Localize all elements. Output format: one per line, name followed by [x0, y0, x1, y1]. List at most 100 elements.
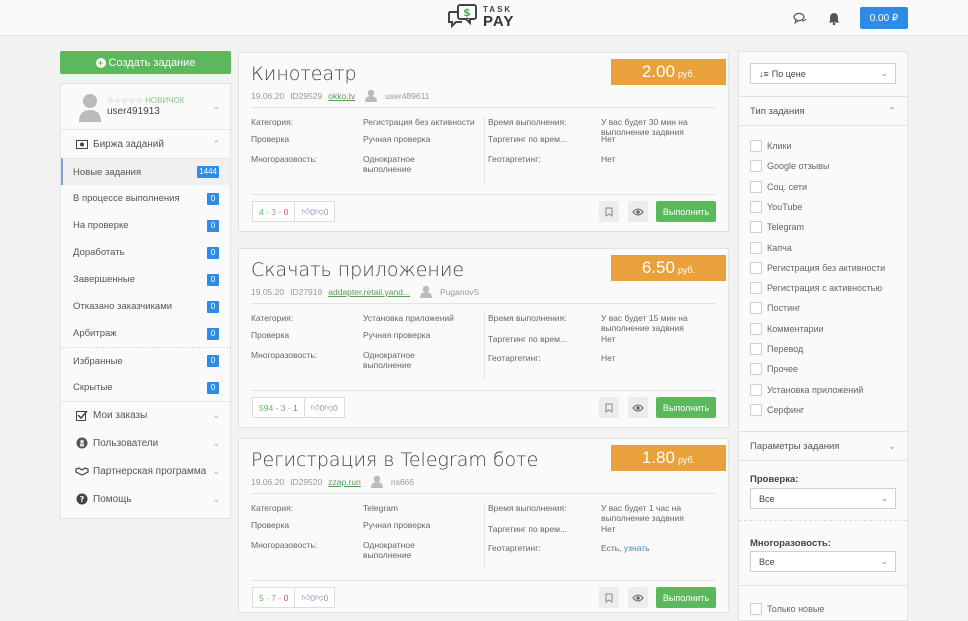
hide-button[interactable] — [628, 587, 648, 608]
checkbox[interactable] — [750, 140, 762, 152]
sidebar-item-hidden[interactable]: Скрытые 0 — [61, 374, 230, 401]
type-label: Установка приложений — [767, 384, 864, 395]
checkbox[interactable] — [750, 241, 762, 254]
bell-icon[interactable] — [826, 10, 842, 26]
sidebar-item-completed[interactable]: Завершенные 0 — [61, 266, 230, 293]
multi-value: Однократное выполнение — [363, 540, 415, 560]
type-checkbox-item[interactable]: Серфинг — [750, 403, 804, 416]
type-checkbox-item[interactable]: Регистрация с активностью — [750, 282, 882, 295]
sidebar-item-label: Избранные — [73, 355, 123, 367]
task-title[interactable]: Регистрация в Telegram боте — [251, 449, 538, 471]
balance-button[interactable]: 0.00 ₽ — [860, 7, 908, 29]
task-date: 19.06.20 — [251, 90, 285, 101]
sidebar-item-favorites[interactable]: Избранные 0 — [61, 347, 230, 374]
section-help[interactable]: ? Помощь ⌄ — [61, 485, 230, 513]
sidebar-item-rejected[interactable]: Отказано заказчиками 0 — [61, 293, 230, 320]
section-my-orders[interactable]: Мои заказы ⌄ — [61, 401, 230, 429]
task-author[interactable]: PuganovS — [440, 287, 479, 297]
section-exchange[interactable]: Биржа заданий ⌃ — [61, 130, 230, 158]
checkbox[interactable] — [750, 302, 762, 315]
checkbox[interactable] — [750, 160, 762, 173]
section-partner[interactable]: Партнерская программа ⌄ — [61, 457, 230, 485]
type-checkbox-item[interactable]: YouTube — [750, 200, 802, 213]
task-author[interactable]: ns666 — [391, 477, 414, 487]
check-filter-label: Проверка: — [750, 474, 799, 485]
thumbs-up-icon[interactable]: 👍︎ — [301, 592, 310, 603]
chevron-up-icon[interactable]: ⌃ — [212, 139, 220, 150]
checkbox[interactable] — [750, 180, 762, 193]
params-header[interactable]: Параметры задания ⌄ — [739, 431, 907, 461]
checkbox[interactable] — [750, 282, 762, 295]
hide-button[interactable] — [628, 201, 648, 222]
execute-button[interactable]: Выполнить — [656, 201, 716, 222]
user-profile[interactable]: ☆☆☆☆☆ НОВИЧОК user491913 ⌄ — [61, 84, 230, 130]
task-author[interactable]: user489611 — [385, 91, 429, 101]
type-checkbox-item[interactable]: Соц. сети — [750, 180, 807, 193]
task-details: Категория: Регистрация без активности Пр… — [251, 117, 717, 187]
create-task-button[interactable]: + Создать задание — [60, 51, 231, 74]
sidebar-item-label: Скрытые — [73, 382, 113, 393]
checkbox[interactable] — [750, 322, 762, 335]
chevron-down-icon[interactable]: ⌄ — [212, 101, 220, 112]
bookmark-button[interactable] — [599, 201, 619, 222]
chevron-down-icon[interactable]: ⌄ — [212, 494, 220, 505]
chevron-down-icon[interactable]: ⌄ — [212, 466, 220, 477]
only-new-checkbox[interactable]: Только новые — [750, 603, 824, 615]
sidebar-item-arbitration[interactable]: Арбитраж 0 — [61, 320, 230, 347]
sort-select[interactable]: ↓≡ По цене ⌄ — [750, 63, 896, 84]
type-checkbox-item[interactable]: Перевод — [750, 343, 803, 355]
bookmark-button[interactable] — [599, 587, 619, 608]
task-link[interactable]: zzap.run — [328, 477, 361, 487]
thumbs-up-icon[interactable]: 👍︎ — [301, 206, 310, 217]
type-checkbox-item[interactable]: Клики — [750, 140, 792, 152]
chat-icon[interactable] — [792, 10, 808, 26]
sidebar-item-on-review[interactable]: На проверке 0 — [61, 212, 230, 239]
checkbox[interactable] — [750, 200, 762, 213]
checkbox[interactable] — [750, 221, 762, 234]
sidebar-item-new-tasks[interactable]: Новые задания 1444 — [61, 158, 230, 185]
checkbox[interactable] — [750, 261, 762, 274]
type-checkbox-item[interactable]: Прочее — [750, 363, 798, 376]
type-checkbox-item[interactable]: Telegram — [750, 221, 804, 234]
thumbs-up-icon[interactable]: 👍︎ — [311, 402, 320, 413]
hide-button[interactable] — [628, 397, 648, 418]
task-link[interactable]: okko.tv — [328, 91, 355, 101]
type-checkbox-item[interactable]: Постинг — [750, 302, 800, 315]
section-users[interactable]: Пользователи ⌄ — [61, 429, 230, 457]
type-checkbox-item[interactable]: Комментарии — [750, 322, 824, 335]
type-checkbox-item[interactable]: Регистрация без активности — [750, 261, 885, 274]
sidebar-item-in-progress[interactable]: В процессе выполнения 0 — [61, 185, 230, 212]
multi-select[interactable]: Все ⌄ — [750, 551, 896, 572]
type-checkbox-item[interactable]: Установка приложений — [750, 383, 864, 396]
multi-value: Однократное выполнение — [363, 350, 415, 370]
thumbs-down-icon[interactable]: 👎︎ — [315, 206, 324, 217]
logo[interactable]: $ TASK PAY — [446, 3, 514, 31]
task-id: ID29520 — [290, 476, 323, 487]
thumbs-down-icon[interactable]: 👎︎ — [324, 402, 333, 413]
divider — [251, 390, 716, 391]
checkbox[interactable] — [750, 603, 762, 615]
type-checkbox-item[interactable]: Капча — [750, 241, 792, 254]
check-select[interactable]: Все ⌄ — [750, 488, 896, 509]
geo-link[interactable]: узнать — [624, 543, 650, 553]
checkbox[interactable] — [750, 363, 762, 376]
thumbs-down-icon[interactable]: 👎︎ — [315, 592, 324, 603]
execute-button[interactable]: Выполнить — [656, 397, 716, 418]
chevron-down-icon[interactable]: ⌄ — [212, 438, 220, 449]
task-title[interactable]: Скачать приложение — [251, 259, 464, 281]
bookmark-button[interactable] — [599, 397, 619, 418]
task-title[interactable]: Кинотеатр — [251, 63, 357, 85]
task-link[interactable]: addapter.retail.yand... — [328, 287, 410, 297]
task-type-header[interactable]: Тип задания ⌃ — [739, 96, 907, 126]
checkbox[interactable] — [750, 383, 762, 396]
price-currency: руб. — [677, 69, 696, 79]
type-checkbox-item[interactable]: Google отзывы — [750, 160, 829, 173]
execute-button[interactable]: Выполнить — [656, 587, 716, 608]
checkbox[interactable] — [750, 343, 762, 355]
geo-value-text: Нет — [601, 154, 616, 164]
checkbox[interactable] — [750, 403, 762, 416]
sidebar-item-rework[interactable]: Доработать 0 — [61, 239, 230, 266]
section-label: Мои заказы — [93, 410, 148, 421]
chevron-down-icon[interactable]: ⌄ — [212, 410, 220, 421]
multi-value: Однократное выполнение — [363, 154, 415, 174]
